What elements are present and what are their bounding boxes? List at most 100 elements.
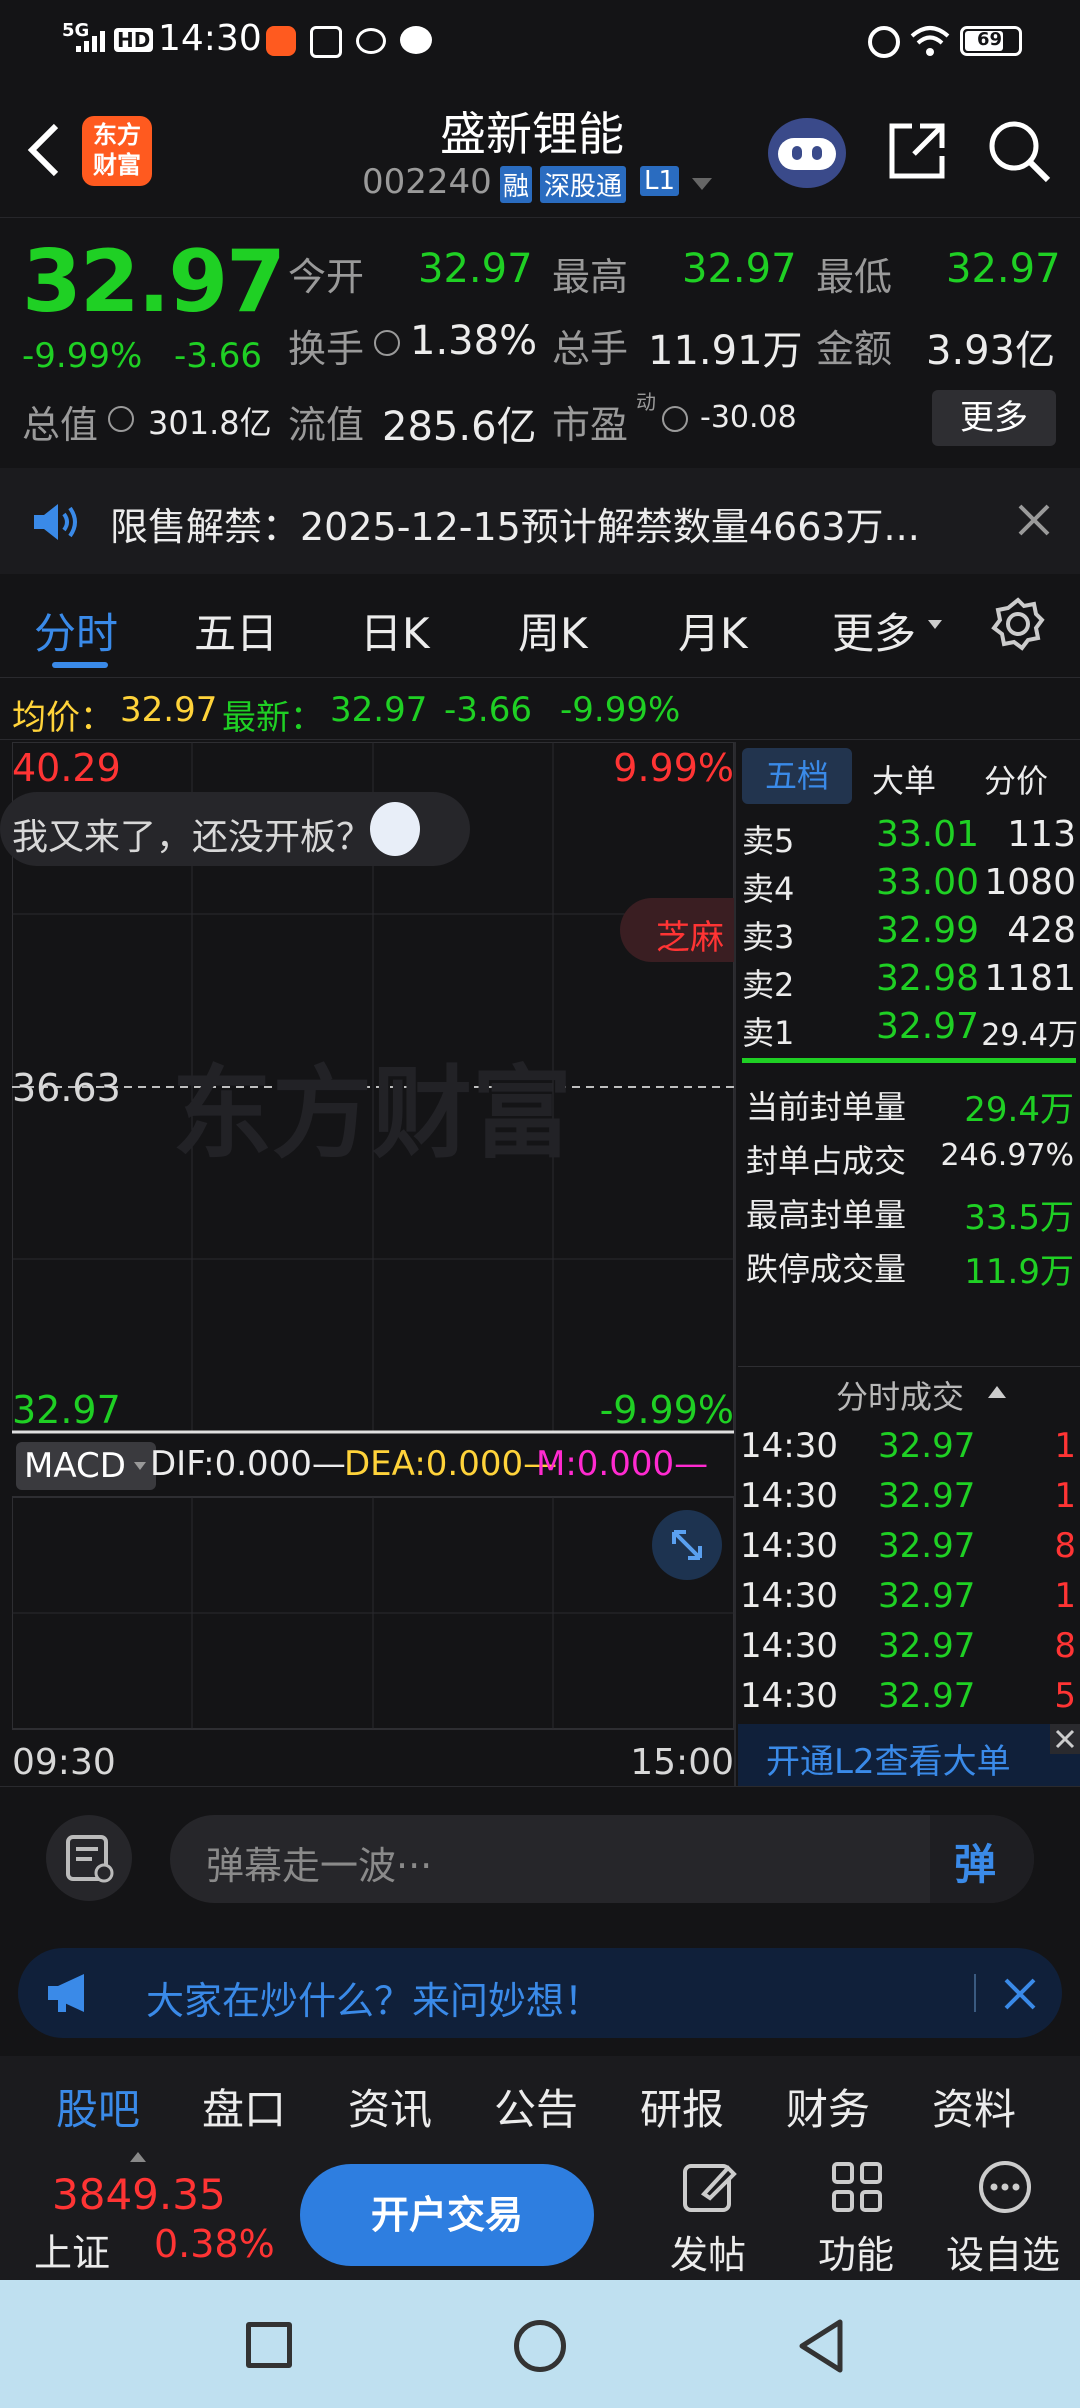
stock-code: 002240 xyxy=(362,162,492,202)
ask-volume: 1181 xyxy=(984,958,1076,999)
danmu-bubble-text: 芝麻 xyxy=(656,918,724,958)
high-label: 最高 xyxy=(552,255,629,299)
stat-label: 最高封单量 xyxy=(746,1196,907,1234)
megaphone-icon xyxy=(44,1972,94,2014)
tab-finance[interactable]: 财务 xyxy=(786,2076,870,2137)
l2-upgrade-banner[interactable]: 开通L2查看大单 xyxy=(738,1724,1080,1786)
danmu-input[interactable]: 弹幕走一波··· 弹 xyxy=(170,1815,1034,1903)
open-label: 今开 xyxy=(288,255,365,299)
avg-value: 32.97 xyxy=(120,690,218,730)
intraday-chart[interactable]: 东方财富 40.29 9.99% 36.63 32.97 -9.99% 我又来了… xyxy=(0,742,734,1786)
macd-dea: DEA:0.000— xyxy=(344,1444,558,1484)
tab-price-dist[interactable]: 分价 xyxy=(984,756,1048,802)
ask-price: 33.01 xyxy=(876,814,980,855)
macd-selector[interactable]: MACD xyxy=(16,1442,156,1490)
function-label[interactable]: 功能 xyxy=(818,2224,894,2279)
close-icon[interactable] xyxy=(1016,502,1052,538)
open-value: 32.97 xyxy=(418,246,533,292)
more-button[interactable]: 更多 xyxy=(932,390,1056,446)
unlock-notice[interactable]: 限售解禁：2025-12-15预计解禁数量4663万... xyxy=(0,468,1080,574)
recent-apps-icon[interactable] xyxy=(246,2322,292,2368)
latest-value: 32.97 xyxy=(330,690,428,730)
tab-market[interactable]: 盘口 xyxy=(202,2076,286,2137)
battery-icon: 69 xyxy=(960,26,1022,56)
tick-row: 14:30 32.97 8 xyxy=(740,1526,1076,1566)
danmu-bubble[interactable]: 芝麻 xyxy=(620,898,734,962)
turnover-value: 1.38% xyxy=(410,318,538,364)
signal-icon xyxy=(76,30,108,52)
status-bar: 5G HD 14:30 69 xyxy=(0,0,1080,82)
chat-bubbles-icon xyxy=(356,28,386,54)
assistant-robot-icon[interactable] xyxy=(768,118,846,188)
tab-weekly-k[interactable]: 周K xyxy=(518,600,588,661)
ask-price: 32.97 xyxy=(876,1006,980,1047)
level-badge: L1 xyxy=(640,166,680,196)
stat-label: 当前封单量 xyxy=(746,1088,907,1126)
open-account-button[interactable]: 开户交易 xyxy=(300,2164,594,2266)
close-icon[interactable] xyxy=(1002,1976,1038,2012)
tab-five-levels[interactable]: 五档 xyxy=(742,748,852,804)
tab-research[interactable]: 研报 xyxy=(640,2076,724,2137)
danmu-send-button[interactable]: 弹 xyxy=(930,1815,1034,1903)
tab-announcements[interactable]: 公告 xyxy=(494,2076,578,2137)
change-percent: -9.99% xyxy=(22,336,143,376)
tab-intraday[interactable]: 分时 xyxy=(34,600,118,661)
app-logo[interactable]: 东方 财富 xyxy=(82,116,152,186)
ticks-divider xyxy=(738,1366,1080,1367)
ask-volume: 1080 xyxy=(984,862,1076,903)
quote-panel: 32.97 -9.99% -3.66 今开 32.97 最高 32.97 最低 … xyxy=(0,218,1080,468)
ask-price: 32.99 xyxy=(876,910,980,951)
add-watchlist-label[interactable]: 设自选 xyxy=(946,2224,1060,2279)
share-icon[interactable] xyxy=(886,120,948,182)
tab-big-orders[interactable]: 大单 xyxy=(872,756,936,802)
grid-apps-icon[interactable] xyxy=(828,2158,886,2216)
danmu-bubble[interactable]: 我又来了，还没开板？ xyxy=(0,792,470,866)
market-cap-value: 301.8亿 xyxy=(148,404,272,442)
expand-icon[interactable] xyxy=(652,1510,722,1580)
time-end: 15:00 xyxy=(630,1742,734,1783)
home-icon[interactable] xyxy=(514,2320,566,2372)
dropdown-caret-icon xyxy=(928,620,942,629)
stat-label: 封单占成交 xyxy=(746,1142,907,1180)
ask-assistant-banner[interactable]: 大家在炒什么？来问妙想！ xyxy=(18,1948,1062,2038)
ask-row: 卖1 32.97 29.4万 xyxy=(738,1004,1080,1053)
settings-gear-icon[interactable] xyxy=(990,596,1046,652)
danmu-settings-icon[interactable] xyxy=(46,1815,132,1901)
info-icon[interactable] xyxy=(108,406,134,432)
edit-post-icon[interactable] xyxy=(680,2158,738,2216)
index-value[interactable]: 3849.35 xyxy=(52,2170,226,2219)
search-icon[interactable] xyxy=(986,118,1052,184)
stat-value: 246.97% xyxy=(940,1138,1074,1173)
axis-bottom-pct: -9.99% xyxy=(599,1388,734,1432)
ask-label: 卖2 xyxy=(742,966,795,1004)
sgt-badge: 深股通 xyxy=(540,166,627,203)
tab-forum[interactable]: 股吧 xyxy=(56,2076,140,2137)
tab-five-day[interactable]: 五日 xyxy=(194,600,278,661)
ticks-title[interactable]: 分时成交 xyxy=(836,1372,964,1418)
clock: 14:30 xyxy=(158,18,262,59)
tab-news[interactable]: 资讯 xyxy=(348,2076,432,2137)
ask-row: 卖2 32.98 1181 xyxy=(738,956,1080,1004)
pe-label: 市盈 xyxy=(552,403,629,447)
tab-more[interactable]: 更多 xyxy=(832,600,916,661)
info-icon[interactable] xyxy=(662,406,688,432)
back-icon[interactable] xyxy=(24,122,64,178)
avg-price-line: 均价： 32.97 最新： 32.97 -3.66 -9.99% xyxy=(0,678,1080,740)
sort-up-icon[interactable] xyxy=(988,1386,1006,1398)
stat-label: 跌停成交量 xyxy=(746,1250,907,1288)
float-cap-value: 285.6亿 xyxy=(382,404,537,450)
tab-monthly-k[interactable]: 月K xyxy=(678,600,748,661)
post-label[interactable]: 发帖 xyxy=(670,2224,746,2279)
back-nav-icon[interactable] xyxy=(796,2318,846,2374)
hd-badge: HD xyxy=(114,28,154,52)
tab-profile[interactable]: 资料 xyxy=(932,2076,1016,2137)
close-icon[interactable] xyxy=(1050,1724,1080,1754)
more-dots-icon[interactable] xyxy=(976,2158,1034,2216)
info-icon[interactable] xyxy=(374,330,400,356)
index-name: 上证 xyxy=(34,2231,111,2275)
axis-bottom-price: 32.97 xyxy=(12,1388,121,1432)
chevron-down-icon[interactable] xyxy=(692,178,712,190)
macd-label: MACD xyxy=(24,1446,126,1486)
ask-price: 32.98 xyxy=(876,958,980,999)
tab-daily-k[interactable]: 日K xyxy=(360,600,430,661)
